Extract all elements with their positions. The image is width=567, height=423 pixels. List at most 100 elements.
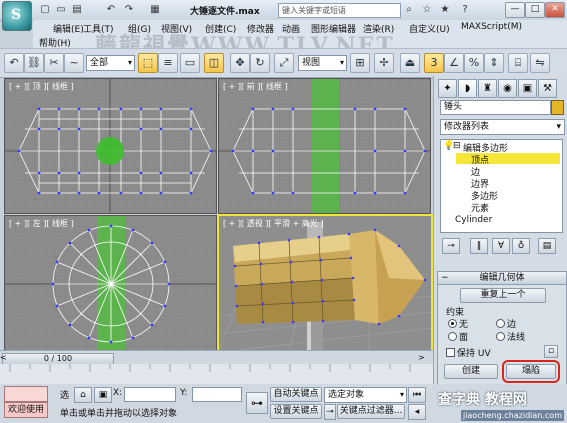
snap-label: 3 <box>430 56 438 69</box>
viewport-front[interactable]: [ + ][ 前 ][ 线框 ] <box>218 78 431 214</box>
favorites-icon[interactable]: ★ <box>438 3 452 16</box>
stack-item-element[interactable]: 元素 <box>471 201 489 214</box>
welcome-label[interactable]: 欢迎使用 <box>4 402 48 418</box>
bind-space-warp-icon[interactable]: ~ <box>64 53 84 73</box>
x-coord-label: X: <box>113 388 123 398</box>
rollout-title[interactable]: − 编辑几何体 <box>438 272 566 285</box>
utilities-tab-icon[interactable]: ⚒ <box>538 79 557 98</box>
remove-modifier-icon[interactable]: ♁ <box>512 238 530 254</box>
rotate-icon[interactable]: ↻ <box>250 53 270 73</box>
absolute-mode-icon[interactable]: ▣ <box>94 387 112 403</box>
select-manipulate-icon[interactable]: ✢ <box>374 53 394 73</box>
show-end-result-icon[interactable]: ‖ <box>470 238 488 254</box>
make-unique-icon[interactable]: ∀ <box>492 238 510 254</box>
auto-key-button[interactable]: 自动关键点 <box>270 387 322 402</box>
viewport-top-label: [ + ][ 顶 ][ 线框 ] <box>9 82 74 91</box>
slider-prev-icon[interactable]: < <box>0 353 7 362</box>
prompt-line: 单击或单击并拖动以选择对象 <box>60 409 178 419</box>
prev-frame-icon[interactable]: ◂ <box>408 404 426 420</box>
unlink-icon[interactable]: ✂ <box>44 53 64 73</box>
track-bar-ticks <box>9 364 411 372</box>
window-crossing-icon[interactable]: ◫ <box>204 53 224 73</box>
create-tab-icon[interactable]: ✦ <box>438 79 457 98</box>
set-key-button[interactable]: 设置关键点 <box>270 404 322 419</box>
keyboard-shortcut-icon[interactable]: ⏏ <box>400 53 420 73</box>
undo-icon[interactable]: ↶ <box>104 3 118 16</box>
key-mode-icon[interactable]: ⊶ <box>246 392 268 414</box>
snap-toggle-icon[interactable]: 3 <box>424 53 444 73</box>
collapse-toggle-icon[interactable]: ⊟ <box>453 141 461 151</box>
mirror-icon[interactable]: ⇋ <box>530 53 550 73</box>
new-file-icon[interactable]: ▢ <box>38 3 52 16</box>
selection-filter-dropdown[interactable]: 全部 <box>86 55 135 71</box>
project-folder-icon[interactable]: ▦ <box>148 3 162 16</box>
y-coord-field[interactable] <box>192 387 242 402</box>
constraint-edge-radio[interactable] <box>496 319 505 328</box>
link-icon[interactable]: ⛓ <box>24 53 44 73</box>
search-input[interactable]: 键入关键字或短语 <box>278 3 401 18</box>
angle-snap-icon[interactable]: ∠ <box>444 53 464 73</box>
hierarchy-tab-icon[interactable]: ♜ <box>478 79 497 98</box>
track-bar[interactable] <box>0 364 433 385</box>
select-object-icon[interactable]: ⬚ <box>138 53 158 73</box>
viewport-top[interactable]: [ + ][ 顶 ][ 线框 ] <box>4 78 217 214</box>
constraint-normal-label: 法线 <box>507 333 526 343</box>
preserve-uv-settings-icon[interactable]: ▫ <box>544 345 558 358</box>
named-selection-icon[interactable]: ⌸ <box>508 53 528 73</box>
help-icon[interactable]: ? <box>458 3 472 16</box>
save-file-icon[interactable]: ▤ <box>70 3 84 16</box>
constraint-face-radio[interactable] <box>448 332 457 341</box>
communication-center-icon[interactable]: ☆ <box>420 3 434 16</box>
menu-maxscript[interactable]: MAXScript(M) <box>461 22 522 32</box>
maximize-button[interactable]: □ <box>525 2 545 18</box>
viewport-left[interactable]: [ + ][ 左 ][ 线框 ] <box>4 215 217 352</box>
key-filter-icon[interactable]: ⊸ <box>324 404 336 420</box>
pin-stack-icon[interactable]: ⊸ <box>442 238 460 254</box>
select-by-name-icon[interactable]: ≡ <box>158 53 178 73</box>
spinner-snap-icon[interactable]: ⇕ <box>484 53 504 73</box>
percent-snap-icon[interactable]: % <box>464 53 484 73</box>
redo-icon[interactable]: ↷ <box>122 3 136 16</box>
viewport-perspective[interactable]: [ + ][ 透视 ][ 平滑 + 高光 ] <box>217 214 433 352</box>
preserve-uv-checkbox[interactable] <box>446 348 455 357</box>
create-button[interactable]: 创建 <box>444 364 498 379</box>
viewport-top-grid <box>5 79 216 213</box>
open-file-icon[interactable]: ▭ <box>54 3 68 16</box>
stack-item-cylinder[interactable]: Cylinder <box>455 215 492 225</box>
close-button[interactable]: ✕ <box>545 2 565 18</box>
go-to-start-icon[interactable]: ⏮ <box>408 387 426 403</box>
object-name-field[interactable]: 锤头 <box>440 100 551 115</box>
constraint-none-radio[interactable] <box>448 319 457 328</box>
pivot-center-icon[interactable]: ⊞ <box>350 53 370 73</box>
collapse-button[interactable]: 塌陷 <box>502 360 560 383</box>
menu-edit[interactable]: 编辑(E) <box>53 22 84 35</box>
lock-selection-icon[interactable]: ⌂ <box>74 387 92 403</box>
scale-icon[interactable]: ⤢ <box>274 53 294 73</box>
x-coord-field[interactable] <box>124 387 176 402</box>
preserve-uv-label: 保持 UV <box>457 349 491 359</box>
repeat-last-button[interactable]: 重复上一个 <box>460 288 546 303</box>
undo-tool-icon[interactable]: ↶ <box>4 53 24 73</box>
menu-customize[interactable]: 自定义(U) <box>409 22 450 35</box>
modify-tab-icon[interactable]: ◗ <box>458 79 477 98</box>
key-filters-button[interactable]: 关键点过滤器... <box>337 404 405 419</box>
viewport-left-label: [ + ][ 左 ][ 线框 ] <box>9 219 74 228</box>
motion-tab-icon[interactable]: ◉ <box>498 79 517 98</box>
ref-coord-dropdown[interactable]: 视图 <box>298 55 347 71</box>
slider-next-icon[interactable]: > <box>418 353 425 362</box>
move-icon[interactable]: ✥ <box>230 53 250 73</box>
minimize-button[interactable]: — <box>505 2 525 18</box>
viewport-front-grid <box>219 79 430 213</box>
constraint-normal-radio[interactable] <box>496 332 505 341</box>
rect-selection-icon[interactable]: ▭ <box>180 53 200 73</box>
selected-object-dropdown[interactable]: 选定对象 <box>324 387 407 403</box>
configure-sets-icon[interactable]: ▤ <box>538 238 556 254</box>
selection-count-label: 选 <box>60 391 70 401</box>
viewport-front-label: [ + ][ 前 ][ 线框 ] <box>223 82 288 91</box>
search-icon[interactable]: ⌕ <box>402 3 416 16</box>
app-logo-icon[interactable]: S <box>2 1 32 31</box>
maxscript-listener-mini[interactable] <box>4 386 48 402</box>
modifier-list-dropdown[interactable]: 修改器列表 <box>440 119 565 135</box>
object-color-swatch[interactable] <box>551 100 564 115</box>
display-tab-icon[interactable]: ▣ <box>518 79 537 98</box>
